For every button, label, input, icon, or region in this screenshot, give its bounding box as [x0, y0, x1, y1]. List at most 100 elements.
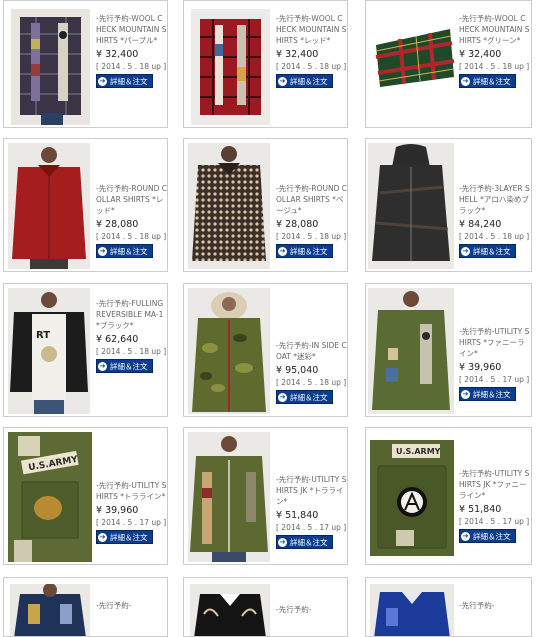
- product-image[interactable]: RT: [8, 288, 90, 414]
- product-date: [ 2014 . 5 . 18 up ]: [96, 347, 167, 356]
- product-info: -先行予約-FULLING REVERSIBLE MA-1 *ブラック* ¥ 6…: [96, 298, 167, 373]
- product-info: -先行予約-UTILITY SHIRTS *ファニーライン* ¥ 39,960 …: [459, 326, 531, 401]
- product-info: -先行予約-: [459, 600, 531, 611]
- product-price: ¥ 95,040: [276, 365, 319, 376]
- product-card: -先行予約-: [3, 577, 168, 637]
- product-card: -先行予約-WOOL CHECK MOUNTAIN SHIRTS *パープル* …: [3, 0, 168, 128]
- detail-order-label: 詳細＆注文: [110, 246, 148, 256]
- product-card: RT -先行予約-FULLING REVERSIBLE MA-1 *ブラック* …: [3, 283, 168, 417]
- product-price: ¥ 51,840: [459, 504, 502, 515]
- detail-order-button[interactable]: ➔ 詳細＆注文: [459, 74, 516, 88]
- detail-order-button[interactable]: ➔ 詳細＆注文: [276, 74, 333, 88]
- product-title[interactable]: -先行予約-FULLING REVERSIBLE MA-1 *ブラック*: [96, 298, 167, 331]
- product-image[interactable]: U.S.ARMY: [8, 432, 92, 562]
- svg-text:RT: RT: [36, 330, 50, 341]
- product-title[interactable]: -先行予約-WOOL CHECK MOUNTAIN SHIRTS *パープル*: [96, 13, 167, 46]
- arrow-right-icon: ➔: [461, 246, 470, 256]
- product-title[interactable]: -先行予約-UTILITY SHIRTS JK *ファニーライン*: [459, 468, 531, 501]
- product-image[interactable]: [10, 584, 90, 636]
- detail-order-button[interactable]: ➔ 詳細＆注文: [96, 359, 153, 373]
- product-info: -先行予約-3LAYER SHELL *アロハ染めブラック* ¥ 84,240 …: [459, 183, 531, 258]
- arrow-right-icon: ➔: [461, 389, 470, 399]
- detail-order-button[interactable]: ➔ 詳細＆注文: [96, 74, 153, 88]
- detail-order-button[interactable]: ➔ 詳細＆注文: [276, 244, 333, 258]
- product-date: [ 2014 . 5 . 18 up ]: [96, 62, 167, 71]
- detail-order-button[interactable]: ➔ 詳細＆注文: [459, 387, 516, 401]
- detail-order-label: 詳細＆注文: [290, 537, 328, 547]
- detail-order-button[interactable]: ➔ 詳細＆注文: [96, 244, 153, 258]
- product-image[interactable]: [191, 9, 270, 125]
- detail-order-button[interactable]: ➔ 詳細＆注文: [459, 244, 516, 258]
- product-price: ¥ 39,960: [96, 505, 139, 516]
- product-date: [ 2014 . 5 . 17 up ]: [96, 518, 167, 527]
- detail-order-label: 詳細＆注文: [290, 246, 328, 256]
- product-image[interactable]: [188, 432, 270, 562]
- product-grid: -先行予約-WOOL CHECK MOUNTAIN SHIRTS *パープル* …: [0, 0, 542, 637]
- product-price: ¥ 51,840: [276, 510, 319, 521]
- detail-order-button[interactable]: ➔ 詳細＆注文: [276, 535, 333, 549]
- product-title[interactable]: -先行予約-UTILITY SHIRTS *トラライン*: [96, 480, 167, 502]
- product-title[interactable]: -先行予約-ROUND COLLAR SHIRTS *ベージュ*: [276, 183, 347, 216]
- detail-order-label: 詳細＆注文: [473, 531, 511, 541]
- product-image[interactable]: [8, 143, 90, 269]
- product-info: -先行予約-WOOL CHECK MOUNTAIN SHIRTS *パープル* …: [96, 13, 167, 88]
- product-title[interactable]: -先行予約-WOOL CHECK MOUNTAIN SHIRTS *レッド*: [276, 13, 347, 46]
- product-title[interactable]: -先行予約-: [459, 600, 531, 611]
- arrow-right-icon: ➔: [98, 532, 107, 542]
- product-info: -先行予約-WOOL CHECK MOUNTAIN SHIRTS *レッド* ¥…: [276, 13, 347, 88]
- product-title[interactable]: -先行予約-WOOL CHECK MOUNTAIN SHIRTS *グリーン*: [459, 13, 531, 46]
- product-card: -先行予約-3LAYER SHELL *アロハ染めブラック* ¥ 84,240 …: [365, 138, 532, 272]
- product-price: ¥ 28,080: [96, 219, 139, 230]
- product-title[interactable]: -先行予約-IN SIDE COAT *迷彩*: [276, 340, 347, 362]
- detail-order-button[interactable]: ➔ 詳細＆注文: [276, 390, 333, 404]
- product-title[interactable]: -先行予約-: [96, 600, 167, 611]
- detail-order-button[interactable]: ➔ 詳細＆注文: [459, 529, 516, 543]
- product-title[interactable]: -先行予約-UTILITY SHIRTS JK *トラライン*: [276, 474, 347, 507]
- product-image[interactable]: [368, 288, 454, 414]
- product-info: -先行予約-: [276, 604, 347, 615]
- detail-order-label: 詳細＆注文: [473, 76, 511, 86]
- arrow-right-icon: ➔: [461, 76, 470, 86]
- arrow-right-icon: ➔: [98, 76, 107, 86]
- product-image[interactable]: [370, 584, 454, 636]
- product-card: -先行予約-: [183, 577, 348, 637]
- product-card: -先行予約-: [365, 577, 532, 637]
- product-title[interactable]: -先行予約-UTILITY SHIRTS *ファニーライン*: [459, 326, 531, 359]
- product-title[interactable]: -先行予約-: [276, 604, 347, 615]
- product-image[interactable]: [190, 584, 270, 636]
- product-info: -先行予約-UTILITY SHIRTS JK *トラライン* ¥ 51,840…: [276, 474, 347, 549]
- product-title[interactable]: -先行予約-3LAYER SHELL *アロハ染めブラック*: [459, 183, 531, 216]
- product-card: U.S.ARMY -先行予約-UTILITY SHIRTS JK *ファニーライ…: [365, 427, 532, 565]
- product-title[interactable]: -先行予約-ROUND COLLAR SHIRTS *レッド*: [96, 183, 167, 216]
- arrow-right-icon: ➔: [278, 246, 287, 256]
- product-date: [ 2014 . 5 . 17 up ]: [276, 523, 347, 532]
- arrow-right-icon: ➔: [278, 76, 287, 86]
- detail-order-label: 詳細＆注文: [473, 246, 511, 256]
- product-card: -先行予約-WOOL CHECK MOUNTAIN SHIRTS *レッド* ¥…: [183, 0, 348, 128]
- product-date: [ 2014 . 5 . 18 up ]: [276, 378, 347, 387]
- detail-order-label: 詳細＆注文: [290, 392, 328, 402]
- product-price: ¥ 84,240: [459, 219, 502, 230]
- product-image[interactable]: [368, 143, 454, 269]
- product-image[interactable]: [11, 9, 90, 125]
- arrow-right-icon: ➔: [98, 361, 107, 371]
- product-date: [ 2014 . 5 . 18 up ]: [276, 232, 347, 241]
- product-image[interactable]: [188, 288, 270, 414]
- product-price: ¥ 32,400: [96, 49, 139, 60]
- detail-order-label: 詳細＆注文: [110, 532, 148, 542]
- product-info: -先行予約-UTILITY SHIRTS JK *ファニーライン* ¥ 51,8…: [459, 468, 531, 543]
- product-date: [ 2014 . 5 . 18 up ]: [96, 232, 167, 241]
- arrow-right-icon: ➔: [278, 537, 287, 547]
- product-price: ¥ 32,400: [276, 49, 319, 60]
- product-info: -先行予約-: [96, 600, 167, 611]
- detail-order-label: 詳細＆注文: [473, 389, 511, 399]
- product-card: -先行予約-UTILITY SHIRTS JK *トラライン* ¥ 51,840…: [183, 427, 348, 565]
- product-image[interactable]: [370, 25, 456, 91]
- product-image[interactable]: U.S.ARMY: [370, 440, 454, 556]
- product-image[interactable]: [188, 143, 270, 269]
- product-date: [ 2014 . 5 . 17 up ]: [459, 375, 530, 384]
- detail-order-button[interactable]: ➔ 詳細＆注文: [96, 530, 153, 544]
- product-price: ¥ 62,640: [96, 334, 139, 345]
- arrow-right-icon: ➔: [278, 392, 287, 402]
- product-info: -先行予約-ROUND COLLAR SHIRTS *レッド* ¥ 28,080…: [96, 183, 167, 258]
